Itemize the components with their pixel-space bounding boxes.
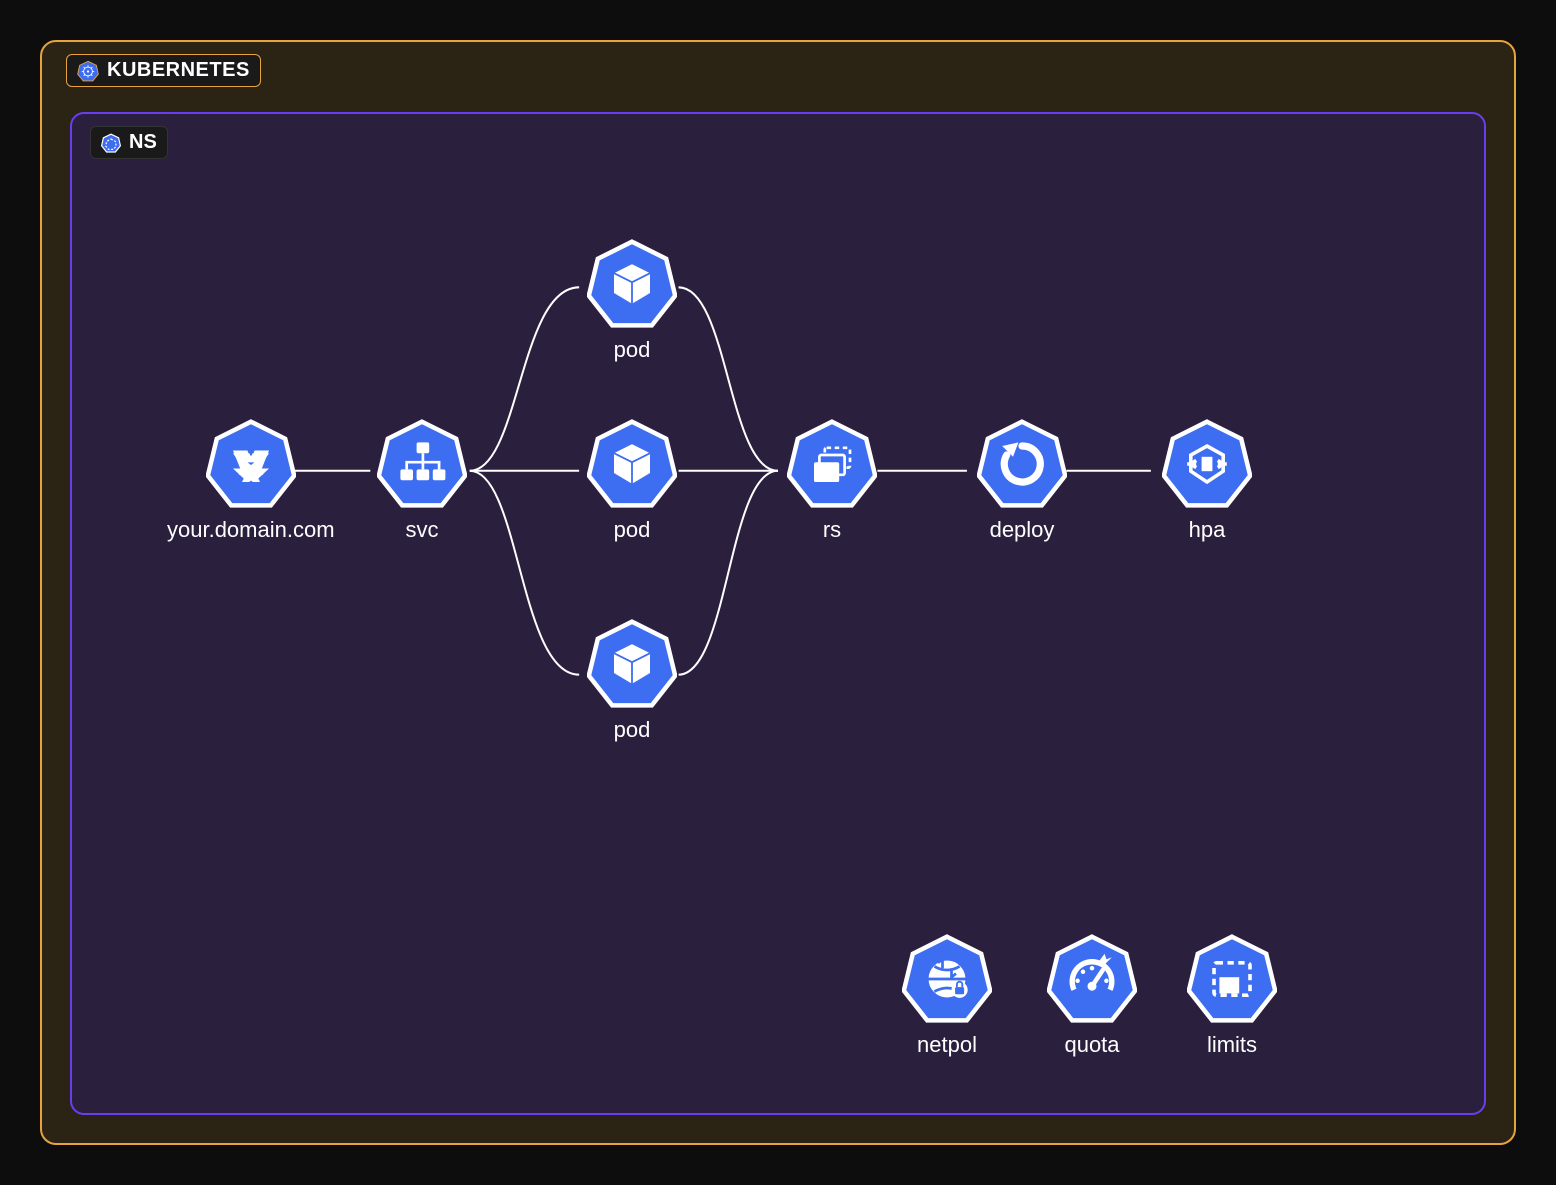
rs-icon	[787, 419, 877, 509]
node-pod2: pod	[587, 419, 677, 543]
node-pod3-label: pod	[614, 717, 651, 743]
node-svc: svc	[377, 419, 467, 543]
node-quota: quota	[1047, 934, 1137, 1058]
hpa-icon	[1162, 419, 1252, 509]
namespace-frame: NS	[70, 112, 1486, 1115]
node-pod3: pod	[587, 619, 677, 743]
node-netpol-label: netpol	[917, 1032, 977, 1058]
node-hpa-label: hpa	[1189, 517, 1226, 543]
node-limits-label: limits	[1207, 1032, 1257, 1058]
node-pod2-label: pod	[614, 517, 651, 543]
netpol-icon	[902, 934, 992, 1024]
node-rs-label: rs	[823, 517, 841, 543]
svc-icon	[377, 419, 467, 509]
node-svc-label: svc	[406, 517, 439, 543]
node-ingress: your.domain.com	[167, 419, 335, 543]
node-ingress-label: your.domain.com	[167, 517, 335, 543]
node-quota-label: quota	[1064, 1032, 1119, 1058]
node-pod1-label: pod	[614, 337, 651, 363]
node-pod1: pod	[587, 239, 677, 363]
namespace-badge: NS	[90, 126, 168, 159]
limits-icon	[1187, 934, 1277, 1024]
node-rs: rs	[787, 419, 877, 543]
pod-icon	[587, 419, 677, 509]
node-limits: limits	[1187, 934, 1277, 1058]
kubernetes-frame: KUBERNETES NS	[40, 40, 1516, 1145]
kubernetes-wheel-icon	[77, 60, 99, 82]
node-deploy: deploy	[977, 419, 1067, 543]
kubernetes-badge: KUBERNETES	[66, 54, 261, 87]
deploy-icon	[977, 419, 1067, 509]
node-netpol: netpol	[902, 934, 992, 1058]
pod-icon	[587, 619, 677, 709]
namespace-badge-label: NS	[129, 131, 157, 154]
kubernetes-badge-label: KUBERNETES	[107, 59, 250, 82]
node-deploy-label: deploy	[990, 517, 1055, 543]
quota-icon	[1047, 934, 1137, 1024]
namespace-icon	[101, 133, 121, 153]
node-hpa: hpa	[1162, 419, 1252, 543]
diagram-canvas: your.domain.com svc pod pod pod rs	[72, 114, 1484, 1113]
pod-icon	[587, 239, 677, 329]
ingress-icon	[206, 419, 296, 509]
